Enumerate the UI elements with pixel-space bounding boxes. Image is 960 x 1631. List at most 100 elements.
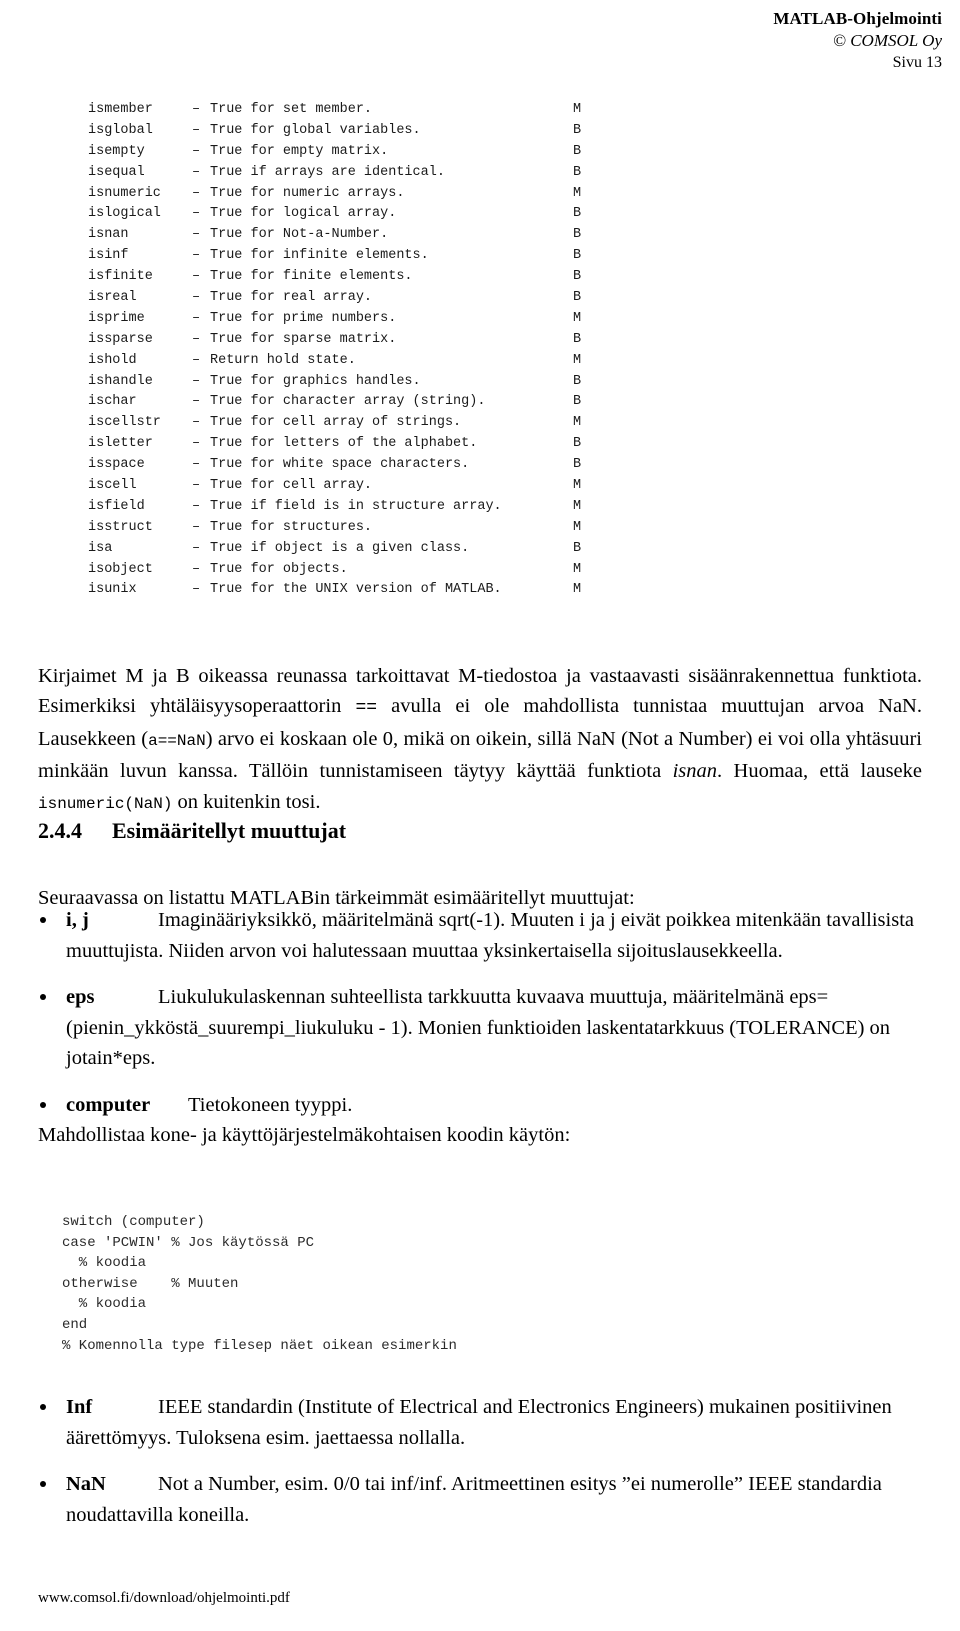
- listing-source-flag: M: [573, 310, 582, 326]
- listing-function-name: issparse: [88, 331, 153, 347]
- listing-function-name: islogical: [88, 206, 161, 222]
- listing-function-name: isletter: [88, 436, 153, 452]
- listing-source-flag: M: [573, 561, 582, 577]
- variable-list-item: computer Tietokoneen tyyppi. Mahdollistaa …: [38, 1090, 922, 1151]
- listing-row: issparse – True for sparse matrix. B: [88, 330, 628, 351]
- header-title: MATLAB-Ohjelmointi: [773, 9, 942, 28]
- listing-dash: –: [192, 248, 201, 264]
- listing-source-flag: B: [573, 143, 582, 159]
- listing-row: ismember – True for set member. M: [88, 100, 628, 121]
- listing-row: iscell – True for cell array. M: [88, 476, 628, 497]
- listing-dash: –: [192, 352, 201, 368]
- listing-source-flag: B: [573, 540, 582, 556]
- listing-function-name: iscellstr: [88, 415, 161, 431]
- variable-description: IEEE standardin (Institute of Electrical…: [66, 1396, 892, 1449]
- listing-function-name: isreal: [88, 290, 137, 306]
- variable-list-bottom: Inf IEEE standardin (Institute of Electri…: [38, 1392, 928, 1546]
- listing-description: Return hold state.: [210, 352, 356, 368]
- equality-operator-code: ==: [355, 698, 378, 718]
- listing-description: True for character array (string).: [210, 394, 486, 410]
- switch-code-block: switch (computer) case 'PCWIN' % Jos käy…: [62, 1214, 457, 1354]
- listing-function-name: ishold: [88, 352, 137, 368]
- listing-function-name: isnan: [88, 227, 129, 243]
- variable-list-item: i, j Imaginääriyksikkö, määritelmänä sqrt…: [38, 905, 922, 966]
- listing-function-name: isnumeric: [88, 185, 161, 201]
- listing-dash: –: [192, 561, 201, 577]
- listing-description: True if field is in structure array.: [210, 498, 502, 514]
- listing-dash: –: [192, 206, 201, 222]
- variable-name: eps: [66, 986, 95, 1008]
- listing-row: iscellstr – True for cell array of strings…: [88, 413, 628, 434]
- listing-description: True for sparse matrix.: [210, 331, 397, 347]
- section-title: Esimääritellyt muuttujat: [112, 818, 347, 843]
- listing-dash: –: [192, 122, 201, 138]
- listing-description: True for cell array of strings.: [210, 415, 462, 431]
- function-listing: ismember – True for set member. Misglobal – T…: [88, 100, 628, 601]
- section-heading: 2.4.4 Esimääritellyt muuttujat: [38, 818, 346, 844]
- listing-function-name: isobject: [88, 561, 153, 577]
- footer-url: www.comsol.fi/download/ohjelmointi.pdf: [38, 1590, 290, 1606]
- listing-row: isfield – True if field is in structure ar…: [88, 497, 628, 518]
- listing-source-flag: B: [573, 436, 582, 452]
- variable-item-body: i, j Imaginääriyksikkö, määritelmänä sqrt…: [66, 905, 922, 966]
- variable-item-body: eps Liukulukulaskennan suhteellista tarkk…: [66, 982, 922, 1074]
- variable-name: i, j: [66, 909, 89, 931]
- listing-row: isinf – True for infinite elements. B: [88, 246, 628, 267]
- listing-row: isequal – True if arrays are identical. B: [88, 163, 628, 184]
- section-number: 2.4.4: [38, 818, 82, 843]
- listing-function-name: isa: [88, 540, 113, 556]
- bullet-dot-icon: [40, 1481, 46, 1487]
- listing-source-flag: B: [573, 373, 582, 389]
- listing-dash: –: [192, 290, 201, 306]
- listing-description: True for letters of the alphabet.: [210, 436, 478, 452]
- listing-row: isreal – True for real array. B: [88, 288, 628, 309]
- variable-item-body: computer Tietokoneen tyyppi. Mahdollistaa …: [38, 1090, 922, 1151]
- listing-function-name: ismember: [88, 102, 153, 117]
- document-page: MATLAB-Ohjelmointi © COMSOL Oy Sivu 13 i…: [0, 0, 960, 1631]
- listing-row: islogical – True for logical array. B: [88, 204, 628, 225]
- listing-description: True for Not-a-Number.: [210, 227, 389, 243]
- listing-description: True for finite elements.: [210, 269, 413, 285]
- listing-description: True for graphics handles.: [210, 373, 421, 389]
- listing-source-flag: M: [573, 415, 582, 431]
- listing-description: True for numeric arrays.: [210, 185, 405, 201]
- listing-function-name: isfinite: [88, 269, 153, 285]
- variable-description: Liukulukulaskennan suhteellista tarkkuut…: [66, 986, 891, 1069]
- variable-list: i, j Imaginääriyksikkö, määritelmänä sqrt…: [38, 905, 922, 1167]
- listing-function-name: iscell: [88, 478, 137, 494]
- listing-function-name: isequal: [88, 164, 145, 180]
- listing-dash: –: [192, 498, 201, 514]
- listing-description: True for the UNIX version of MATLAB.: [210, 582, 502, 598]
- bullet-dot-icon: [40, 1101, 46, 1108]
- listing-row: isempty – True for empty matrix. B: [88, 142, 628, 163]
- listing-source-flag: M: [573, 352, 582, 368]
- listing-description: True for real array.: [210, 290, 373, 306]
- listing-dash: –: [192, 143, 201, 159]
- variable-list-item: Inf IEEE standardin (Institute of Electri…: [38, 1392, 928, 1453]
- listing-source-flag: B: [573, 394, 582, 410]
- listing-source-flag: M: [573, 498, 582, 514]
- listing-source-flag: M: [573, 519, 582, 535]
- listing-description: True for objects.: [210, 561, 348, 577]
- listing-row: isfinite – True for finite elements. B: [88, 267, 628, 288]
- listing-source-flag: B: [573, 122, 582, 138]
- variable-description: Imaginääriyksikkö, määritelmänä sqrt(-1)…: [66, 909, 914, 962]
- listing-dash: –: [192, 457, 201, 473]
- inline-code-isnumeric-nan: isnumeric(NaN): [38, 794, 173, 813]
- listing-description: True for structures.: [210, 519, 373, 535]
- listing-function-name: isspace: [88, 457, 145, 473]
- listing-dash: –: [192, 269, 201, 285]
- listing-dash: –: [192, 519, 201, 535]
- header-copyright: © COMSOL Oy: [833, 31, 942, 51]
- listing-row: isstruct – True for structures. M: [88, 518, 628, 539]
- variable-item-body: Inf IEEE standardin (Institute of Electri…: [66, 1392, 928, 1453]
- listing-source-flag: B: [573, 269, 582, 285]
- listing-row: isobject – True for objects. M: [88, 560, 628, 581]
- listing-dash: –: [192, 394, 201, 410]
- listing-description: True for white space characters.: [210, 457, 470, 473]
- listing-dash: –: [192, 164, 201, 180]
- listing-function-name: isprime: [88, 310, 145, 326]
- variable-description-extra: Mahdollistaa kone- ja käyttöjärjestelmäk…: [38, 1124, 571, 1146]
- listing-function-name: isfield: [88, 498, 145, 514]
- listing-source-flag: B: [573, 164, 582, 180]
